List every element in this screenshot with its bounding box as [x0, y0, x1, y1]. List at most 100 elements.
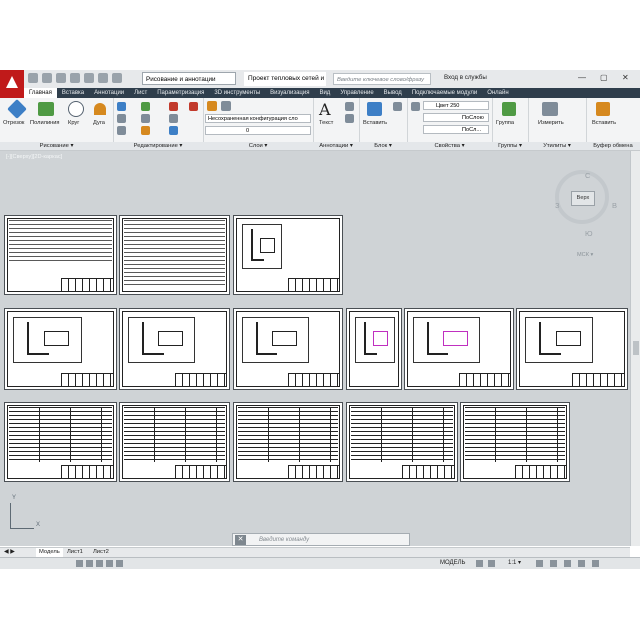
tab-home[interactable]: Главная — [24, 88, 57, 98]
leader-icon[interactable] — [345, 114, 354, 123]
modify-panel-title[interactable]: Редактирование ▾ — [113, 142, 203, 150]
workspace-switch-icon[interactable] — [536, 560, 543, 567]
layer-state-dropdown[interactable]: Несохраненная конфигурация сло — [205, 114, 311, 123]
wcs-menu[interactable]: МСК ▾ — [577, 252, 593, 258]
measure-label[interactable]: Измерить — [538, 120, 564, 126]
tab-nav-icon[interactable]: ◀ ▶ — [4, 548, 15, 557]
mirror-icon[interactable] — [141, 114, 150, 123]
drawing-sheet[interactable] — [4, 215, 117, 295]
ortho-icon[interactable] — [96, 560, 103, 567]
specification-sheet[interactable] — [233, 402, 343, 482]
color-dropdown[interactable]: Цвет 250 — [423, 101, 489, 110]
specification-sheet[interactable] — [460, 402, 570, 482]
tab-online[interactable]: Онлайн — [482, 88, 513, 98]
tab-insert[interactable]: Вставка — [57, 88, 89, 98]
arc-label[interactable]: Дуга — [93, 120, 105, 126]
dimension-icon[interactable] — [345, 102, 354, 111]
copy-icon[interactable] — [117, 114, 126, 123]
isolate-icon[interactable] — [564, 560, 571, 567]
drawing-sheet[interactable] — [119, 215, 230, 295]
tab-parametric[interactable]: Параметризация — [152, 88, 209, 98]
specification-sheet[interactable] — [4, 402, 117, 482]
tab-sheet1[interactable]: Лист1 — [64, 548, 86, 557]
scale-icon[interactable] — [141, 126, 150, 135]
tab-manage[interactable]: Управление — [335, 88, 378, 98]
snap-icon[interactable] — [76, 560, 83, 567]
layer-state-icon[interactable] — [221, 101, 231, 111]
viewcube-west[interactable]: З — [555, 201, 560, 210]
tab-sheet2[interactable]: Лист2 — [90, 548, 112, 557]
paste-label[interactable]: Вставить — [592, 120, 616, 126]
drawing-area[interactable]: [-][Сверху][2D-каркас] Y X — [0, 151, 630, 546]
trim-icon[interactable] — [169, 102, 178, 111]
drawing-sheet[interactable] — [233, 308, 343, 390]
annotation-scale[interactable]: 1:1 ▾ — [508, 558, 521, 569]
lock-icon[interactable] — [550, 560, 557, 567]
scrollbar-thumb[interactable] — [633, 341, 639, 355]
save-icon[interactable] — [56, 73, 66, 83]
tab-addins[interactable]: Подключаемые модули — [407, 88, 482, 98]
paste-icon[interactable] — [596, 102, 610, 116]
restore-button[interactable]: ▢ — [600, 73, 608, 82]
utilities-panel-title[interactable]: Утилиты ▾ — [528, 142, 586, 150]
tab-model[interactable]: Модель — [36, 548, 63, 557]
grid-icon[interactable] — [86, 560, 93, 567]
drawing-sheet[interactable] — [346, 308, 402, 390]
move-icon[interactable] — [117, 102, 126, 111]
annotation-scale-icon[interactable] — [488, 560, 495, 567]
command-input[interactable]: Введите команду — [259, 534, 309, 546]
tab-annotate[interactable]: Аннотации — [89, 88, 129, 98]
tab-layout[interactable]: Лист — [129, 88, 152, 98]
layers-panel-title[interactable]: Слои ▾ — [203, 142, 313, 150]
text-label[interactable]: Текст — [319, 120, 333, 126]
minimize-button[interactable]: — — [578, 73, 586, 82]
drawing-sheet[interactable] — [233, 215, 343, 295]
redo-icon[interactable] — [112, 73, 122, 83]
groups-panel-title[interactable]: Группы ▾ — [492, 142, 528, 150]
viewcube-east[interactable]: В — [612, 201, 617, 210]
tab-view[interactable]: Вид — [314, 88, 335, 98]
polar-icon[interactable] — [106, 560, 113, 567]
save-as-icon[interactable] — [70, 73, 80, 83]
tab-3d-tools[interactable]: 3D инструменты — [209, 88, 265, 98]
tab-render[interactable]: Визуализация — [265, 88, 314, 98]
viewcube-top[interactable]: Верх — [571, 191, 595, 206]
circle-icon[interactable] — [68, 101, 84, 117]
array-icon[interactable] — [169, 126, 178, 135]
model-space-button[interactable]: МОДЕЛЬ — [440, 558, 465, 569]
specification-sheet[interactable] — [346, 402, 458, 482]
line-label[interactable]: Отрезок — [3, 120, 24, 126]
close-command-icon[interactable]: ✕ — [235, 535, 246, 545]
signin-link[interactable]: Вход в службы — [444, 74, 487, 81]
workspace-dropdown[interactable]: Рисование и аннотации — [142, 72, 236, 85]
close-button[interactable]: ✕ — [622, 73, 629, 82]
group-icon[interactable] — [502, 102, 516, 116]
lineweight-dropdown[interactable]: ПоСл... — [423, 125, 489, 134]
erase-icon[interactable] — [189, 102, 198, 111]
viewport-label[interactable]: [-][Сверху][2D-каркас] — [6, 154, 62, 160]
annotation-panel-title[interactable]: Аннотации ▾ — [313, 142, 359, 150]
clipboard-panel-title[interactable]: Буфер обмена — [586, 142, 640, 150]
fillet-icon[interactable] — [169, 114, 178, 123]
new-icon[interactable] — [28, 73, 38, 83]
insert-block-icon[interactable] — [367, 102, 382, 116]
osnap-icon[interactable] — [116, 560, 123, 567]
vertical-scrollbar[interactable] — [630, 151, 640, 546]
text-icon[interactable]: A — [319, 100, 331, 119]
specification-sheet[interactable] — [119, 402, 230, 482]
draw-panel-title[interactable]: Рисование ▾ — [0, 142, 113, 150]
tab-output[interactable]: Вывод — [379, 88, 407, 98]
settings-icon[interactable] — [578, 560, 585, 567]
group-label[interactable]: Группа — [496, 120, 514, 126]
undo-icon[interactable] — [98, 73, 108, 83]
quick-view-icon[interactable] — [476, 560, 483, 567]
line-icon[interactable] — [7, 99, 27, 119]
drawing-sheet[interactable] — [119, 308, 230, 390]
open-icon[interactable] — [42, 73, 52, 83]
drawing-sheet[interactable] — [404, 308, 514, 390]
block-panel-title[interactable]: Блок ▾ — [359, 142, 407, 150]
drawing-sheet[interactable] — [4, 308, 117, 390]
layer-properties-icon[interactable] — [207, 101, 217, 111]
polyline-label[interactable]: Полилиния — [30, 120, 60, 126]
drawing-sheet[interactable] — [516, 308, 628, 390]
